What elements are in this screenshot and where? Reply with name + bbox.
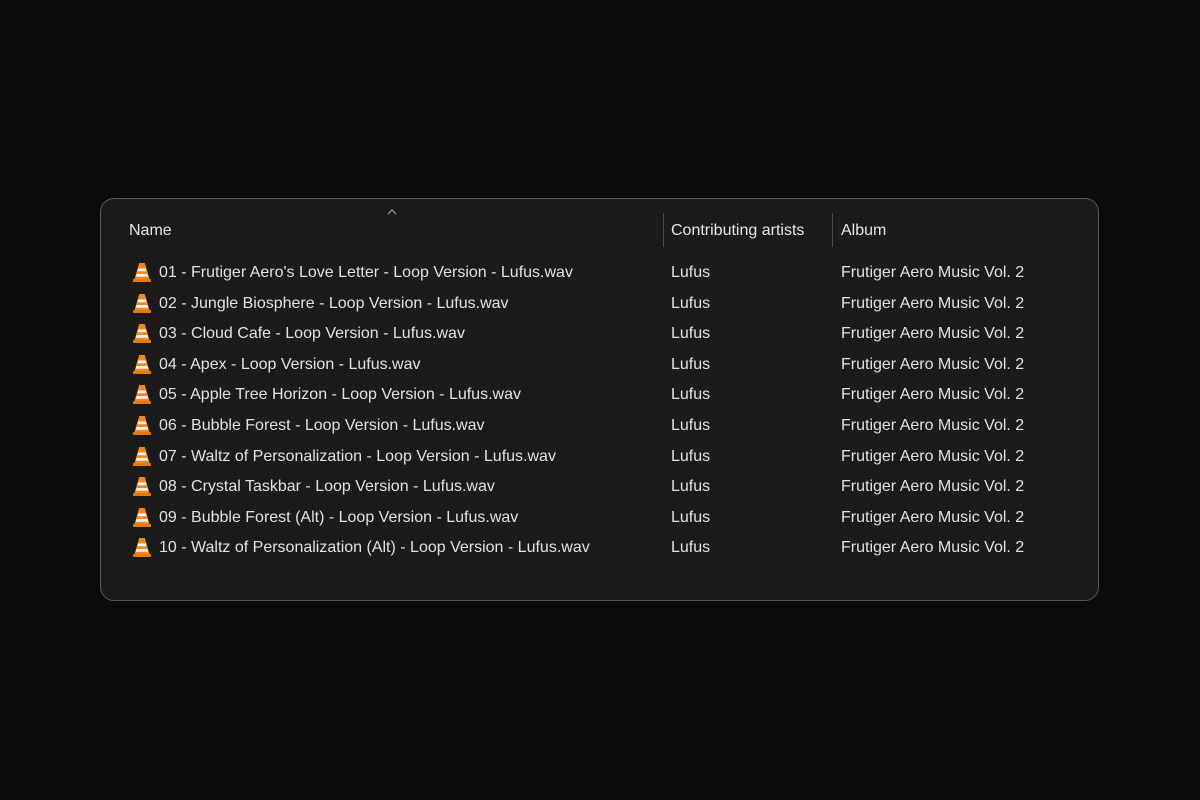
chevron-up-icon[interactable] xyxy=(387,208,397,216)
file-name: 04 - Apex - Loop Version - Lufus.wav xyxy=(159,355,421,373)
file-artist: Lufus xyxy=(671,294,711,312)
file-row[interactable]: 09 - Bubble Forest (Alt) - Loop Version … xyxy=(101,503,1098,534)
file-artist: Lufus xyxy=(671,355,711,373)
file-album: Frutiger Aero Music Vol. 2 xyxy=(841,478,1025,496)
file-album: Frutiger Aero Music Vol. 2 xyxy=(841,539,1025,557)
file-artist: Lufus xyxy=(671,539,711,557)
file-row[interactable]: 01 - Frutiger Aero's Love Letter - Loop … xyxy=(101,258,1098,289)
file-row[interactable]: 05 - Apple Tree Horizon - Loop Version -… xyxy=(101,380,1098,411)
file-artist: Lufus xyxy=(671,264,711,281)
column-header-contributing-artists[interactable]: Contributing artists xyxy=(671,220,804,242)
file-list: 01 - Frutiger Aero's Love Letter - Loop … xyxy=(101,258,1098,564)
vlc-cone-icon xyxy=(133,507,151,527)
file-row[interactable]: 06 - Bubble Forest - Loop Version - Lufu… xyxy=(101,411,1098,442)
file-name: 01 - Frutiger Aero's Love Letter - Loop … xyxy=(159,264,573,281)
file-name: 09 - Bubble Forest (Alt) - Loop Version … xyxy=(159,508,519,526)
file-album: Frutiger Aero Music Vol. 2 xyxy=(841,264,1025,281)
column-header-name[interactable]: Name xyxy=(129,220,172,242)
file-name: 06 - Bubble Forest - Loop Version - Lufu… xyxy=(159,416,485,434)
vlc-cone-icon xyxy=(133,477,151,497)
file-row[interactable]: 10 - Waltz of Personalization (Alt) - Lo… xyxy=(101,533,1098,564)
file-album: Frutiger Aero Music Vol. 2 xyxy=(841,447,1025,465)
file-artist: Lufus xyxy=(671,325,711,343)
file-artist: Lufus xyxy=(671,478,711,496)
file-name: 02 - Jungle Biosphere - Loop Version - L… xyxy=(159,294,509,312)
file-row[interactable]: 04 - Apex - Loop Version - Lufus.wav Luf… xyxy=(101,350,1098,381)
file-artist: Lufus xyxy=(671,386,711,404)
file-artist: Lufus xyxy=(671,508,711,526)
vlc-cone-icon xyxy=(133,446,151,466)
column-divider[interactable] xyxy=(832,213,833,247)
file-name: 08 - Crystal Taskbar - Loop Version - Lu… xyxy=(159,478,495,496)
file-row[interactable]: 03 - Cloud Cafe - Loop Version - Lufus.w… xyxy=(101,319,1098,350)
file-album: Frutiger Aero Music Vol. 2 xyxy=(841,508,1025,526)
file-row[interactable]: 07 - Waltz of Personalization - Loop Ver… xyxy=(101,442,1098,473)
column-header-album[interactable]: Album xyxy=(841,220,886,242)
file-row[interactable]: 02 - Jungle Biosphere - Loop Version - L… xyxy=(101,289,1098,320)
file-artist: Lufus xyxy=(671,447,711,465)
vlc-cone-icon xyxy=(133,385,151,405)
file-album: Frutiger Aero Music Vol. 2 xyxy=(841,294,1025,312)
column-divider[interactable] xyxy=(663,213,664,247)
column-header-row: Name Contributing artists Album xyxy=(101,199,1098,261)
file-album: Frutiger Aero Music Vol. 2 xyxy=(841,355,1025,373)
file-row[interactable]: 08 - Crystal Taskbar - Loop Version - Lu… xyxy=(101,472,1098,503)
vlc-cone-icon xyxy=(133,324,151,344)
file-album: Frutiger Aero Music Vol. 2 xyxy=(841,386,1025,404)
file-name: 07 - Waltz of Personalization - Loop Ver… xyxy=(159,447,556,465)
vlc-cone-icon xyxy=(133,354,151,374)
file-album: Frutiger Aero Music Vol. 2 xyxy=(841,325,1025,343)
vlc-cone-icon xyxy=(133,415,151,435)
vlc-cone-icon xyxy=(133,263,151,282)
file-artist: Lufus xyxy=(671,416,711,434)
file-album: Frutiger Aero Music Vol. 2 xyxy=(841,416,1025,434)
file-list-panel: Name Contributing artists Album 01 - Fru… xyxy=(100,198,1099,601)
file-name: 03 - Cloud Cafe - Loop Version - Lufus.w… xyxy=(159,325,465,343)
file-name: 10 - Waltz of Personalization (Alt) - Lo… xyxy=(159,539,590,557)
vlc-cone-icon xyxy=(133,293,151,313)
vlc-cone-icon xyxy=(133,538,151,558)
file-name: 05 - Apple Tree Horizon - Loop Version -… xyxy=(159,386,521,404)
